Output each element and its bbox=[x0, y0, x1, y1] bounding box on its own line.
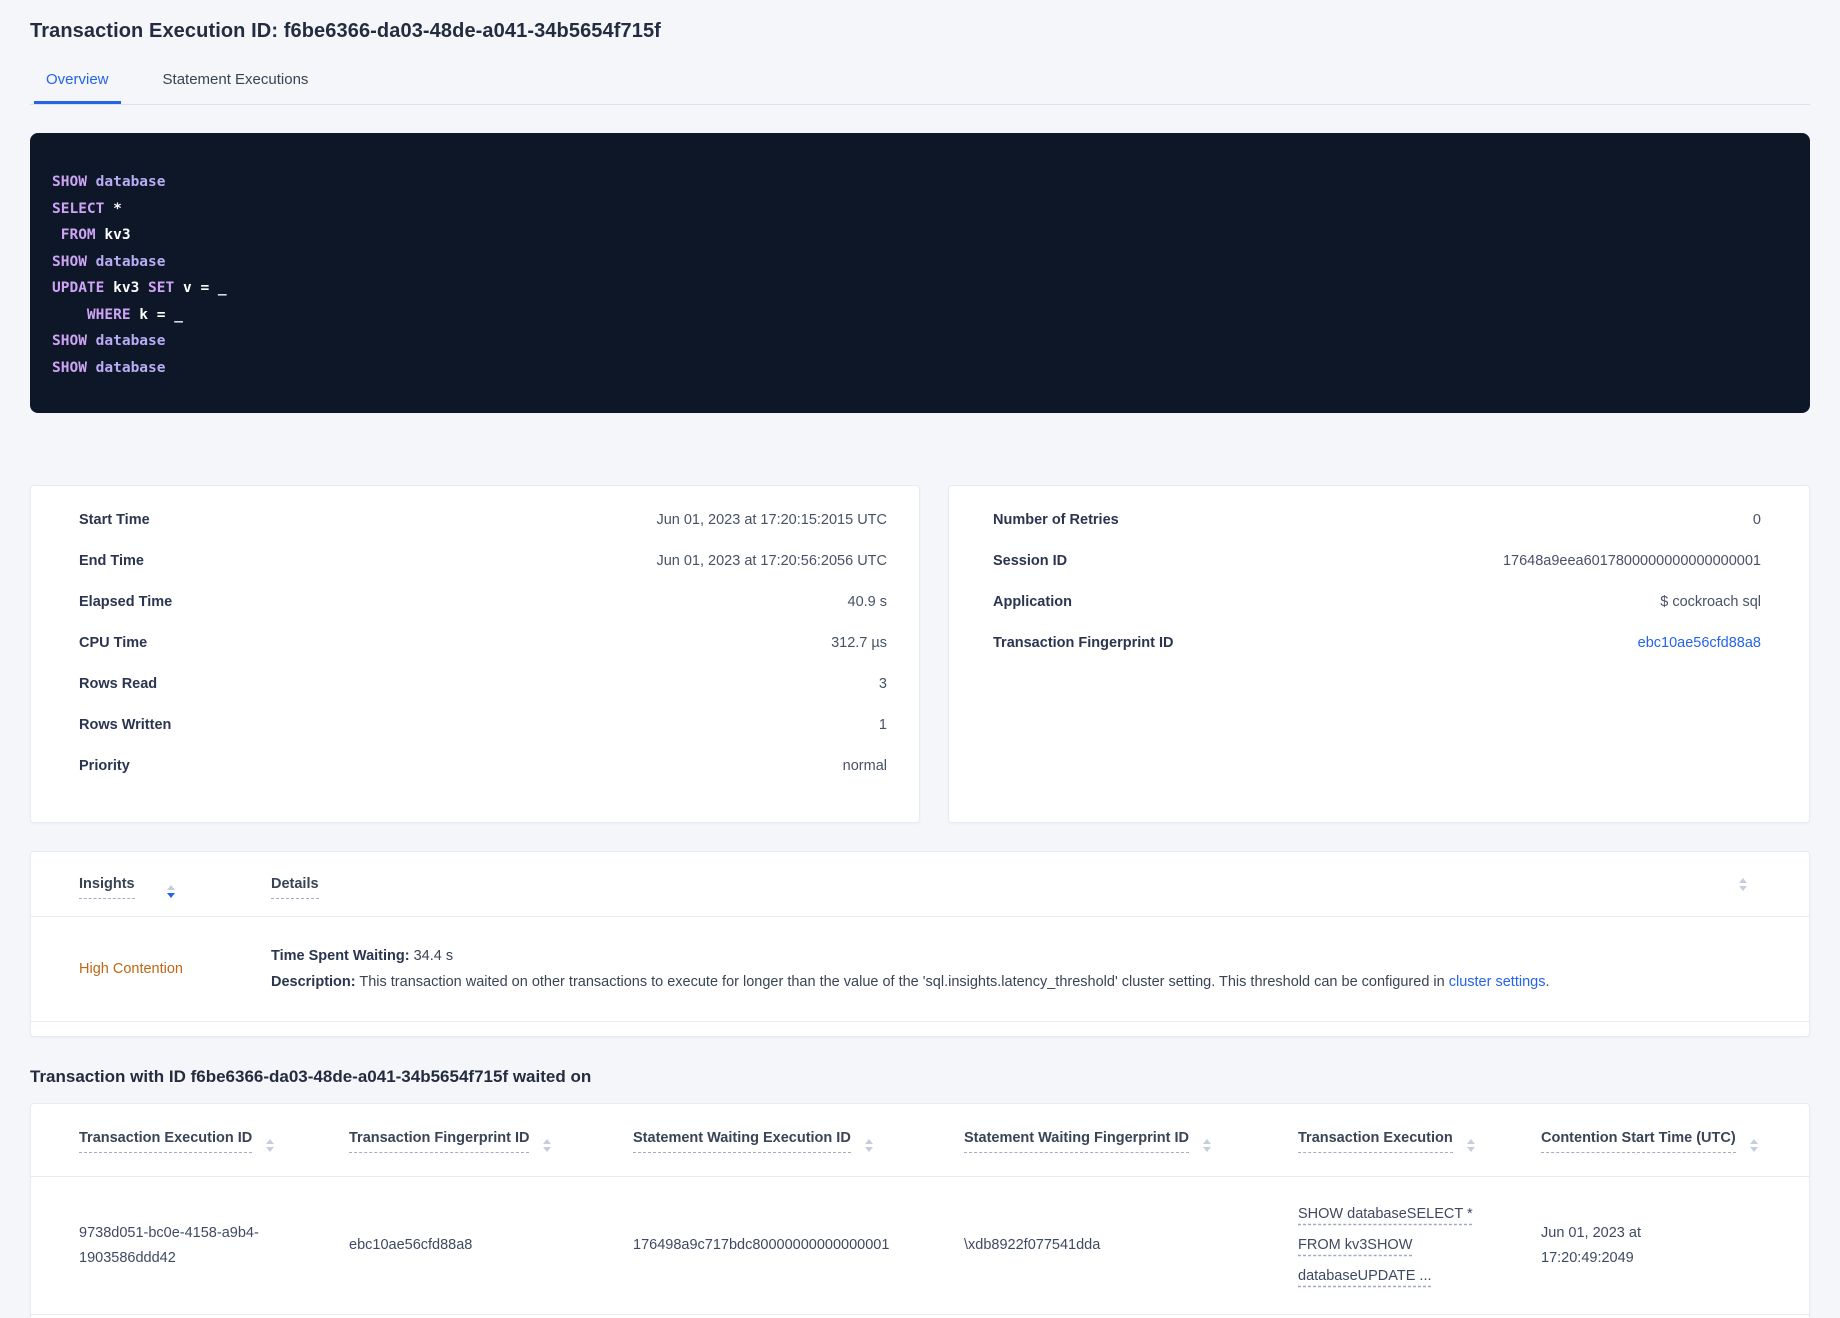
sort-icon[interactable] bbox=[266, 1139, 275, 1152]
sort-icon[interactable] bbox=[1203, 1139, 1212, 1152]
detail-row-end-time: End Time Jun 01, 2023 at 17:20:56:2056 U… bbox=[79, 553, 887, 594]
detail-label: CPU Time bbox=[79, 635, 148, 651]
waited-on-table-header: Transaction Execution ID Transaction Fin… bbox=[31, 1104, 1809, 1176]
insight-row: High Contention Time Spent Waiting: 34.4… bbox=[31, 916, 1809, 1022]
waited-on-table-card: Transaction Execution ID Transaction Fin… bbox=[30, 1103, 1810, 1318]
cell-txn-fingerprint-id: ebc10ae56cfd88a8 bbox=[349, 1237, 473, 1253]
detail-value: 3 bbox=[878, 676, 887, 692]
detail-label: Rows Written bbox=[79, 717, 172, 733]
detail-label: Priority bbox=[79, 758, 130, 774]
detail-value: normal bbox=[842, 758, 887, 774]
sort-icon[interactable] bbox=[166, 885, 175, 898]
detail-label: Rows Read bbox=[79, 676, 158, 692]
sort-icon[interactable] bbox=[1739, 878, 1747, 891]
sql-statement-box: SHOW database SELECT * FROM kv3 SHOW datab… bbox=[30, 133, 1810, 413]
detail-row-rows-written: Rows Written 1 bbox=[79, 717, 887, 758]
column-header-stmt-waiting-execution-id[interactable]: Statement Waiting Execution ID bbox=[633, 1130, 964, 1176]
detail-value: 1 bbox=[878, 717, 887, 733]
cell-stmt-waiting-fingerprint-id: \xdb8922f077541dda bbox=[964, 1237, 1101, 1253]
column-header-transaction-execution[interactable]: Transaction Execution bbox=[1298, 1130, 1541, 1176]
transaction-execution-page: Transaction Execution ID: f6be6366-da03-… bbox=[0, 0, 1840, 1318]
column-header-txn-fingerprint-id[interactable]: Transaction Fingerprint ID bbox=[349, 1130, 633, 1176]
detail-label: Start Time bbox=[79, 512, 150, 528]
detail-label: Session ID bbox=[993, 553, 1068, 569]
insights-column-header[interactable]: Insights bbox=[79, 876, 271, 916]
detail-value: 40.9 s bbox=[847, 594, 888, 610]
waited-on-heading: Transaction with ID f6be6366-da03-48de-a… bbox=[30, 1067, 592, 1086]
page-title: Transaction Execution ID: f6be6366-da03-… bbox=[30, 20, 661, 42]
detail-row-txn-fingerprint-id: Transaction Fingerprint ID ebc10ae56cfd8… bbox=[993, 635, 1761, 676]
detail-row-retries: Number of Retries 0 bbox=[993, 512, 1761, 553]
table-row: 9738d051-bc0e-4158-a9b4-1903586ddd42 ebc… bbox=[31, 1176, 1809, 1315]
detail-value: Jun 01, 2023 at 17:20:56:2056 UTC bbox=[656, 553, 887, 569]
cell-contention-start-time: Jun 01, 2023 at 17:20:49:2049 bbox=[1541, 1224, 1641, 1266]
detail-row-start-time: Start Time Jun 01, 2023 at 17:20:15:2015… bbox=[79, 512, 887, 553]
execution-details-card: Start Time Jun 01, 2023 at 17:20:15:2015… bbox=[30, 485, 920, 823]
detail-value: 312.7 µs bbox=[831, 635, 887, 651]
detail-row-priority: Priority normal bbox=[79, 758, 887, 799]
column-header-txn-execution-id[interactable]: Transaction Execution ID bbox=[79, 1130, 349, 1176]
summary-cards: Start Time Jun 01, 2023 at 17:20:15:2015… bbox=[30, 485, 1810, 823]
detail-row-elapsed-time: Elapsed Time 40.9 s bbox=[79, 594, 887, 635]
insights-table-header: Insights Details bbox=[31, 852, 1809, 916]
sort-icon[interactable] bbox=[864, 1139, 873, 1152]
detail-label: End Time bbox=[79, 553, 144, 569]
transaction-fingerprint-link[interactable]: ebc10ae56cfd88a8 bbox=[1638, 635, 1761, 651]
tab-statement-executions[interactable]: Statement Executions bbox=[151, 63, 321, 104]
sort-icon[interactable] bbox=[543, 1139, 552, 1152]
detail-value: 17648a9eea6017800000000000000001 bbox=[1502, 553, 1761, 569]
tab-overview[interactable]: Overview bbox=[34, 63, 121, 104]
time-spent-waiting: Time Spent Waiting: 34.4 s bbox=[271, 948, 454, 964]
tab-bar: Overview Statement Executions bbox=[30, 63, 1810, 105]
details-column-header[interactable]: Details bbox=[271, 876, 1761, 916]
column-header-stmt-waiting-fingerprint-id[interactable]: Statement Waiting Fingerprint ID bbox=[964, 1130, 1298, 1176]
detail-label: Application bbox=[993, 594, 1072, 610]
detail-label: Elapsed Time bbox=[79, 594, 173, 610]
detail-value: 0 bbox=[1752, 512, 1761, 528]
column-header-contention-start-time[interactable]: Contention Start Time (UTC) bbox=[1541, 1130, 1761, 1176]
detail-label: Number of Retries bbox=[993, 512, 1119, 528]
detail-row-rows-read: Rows Read 3 bbox=[79, 676, 887, 717]
sort-icon[interactable] bbox=[1749, 1139, 1758, 1152]
insight-details: Time Spent Waiting: 34.4 s Description: … bbox=[271, 943, 1761, 995]
detail-row-session-id: Session ID 17648a9eea6017800000000000000… bbox=[993, 553, 1761, 594]
cluster-settings-link[interactable]: cluster settings bbox=[1449, 974, 1546, 990]
insight-description: Description: This transaction waited on … bbox=[271, 974, 1550, 990]
sort-icon[interactable] bbox=[1466, 1139, 1475, 1152]
detail-row-cpu-time: CPU Time 312.7 µs bbox=[79, 635, 887, 676]
detail-row-application: Application $ cockroach sql bbox=[993, 594, 1761, 635]
sql-statement: SHOW database SELECT * FROM kv3 SHOW datab… bbox=[52, 174, 227, 376]
detail-label: Transaction Fingerprint ID bbox=[993, 635, 1174, 651]
insight-type-label: High Contention bbox=[79, 961, 183, 977]
insights-table-card: Insights Details High Contention Time Sp… bbox=[30, 851, 1810, 1037]
cell-stmt-waiting-execution-id: 176498a9c717bdc80000000000000001 bbox=[633, 1237, 890, 1253]
session-details-card: Number of Retries 0 Session ID 17648a9ee… bbox=[948, 485, 1810, 823]
cell-transaction-execution-link[interactable]: SHOW databaseSELECT * FROM kv3SHOW datab… bbox=[1298, 1199, 1541, 1292]
cell-txn-execution-id: 9738d051-bc0e-4158-a9b4-1903586ddd42 bbox=[79, 1224, 259, 1266]
detail-value: $ cockroach sql bbox=[1660, 594, 1761, 610]
detail-value: Jun 01, 2023 at 17:20:15:2015 UTC bbox=[656, 512, 887, 528]
